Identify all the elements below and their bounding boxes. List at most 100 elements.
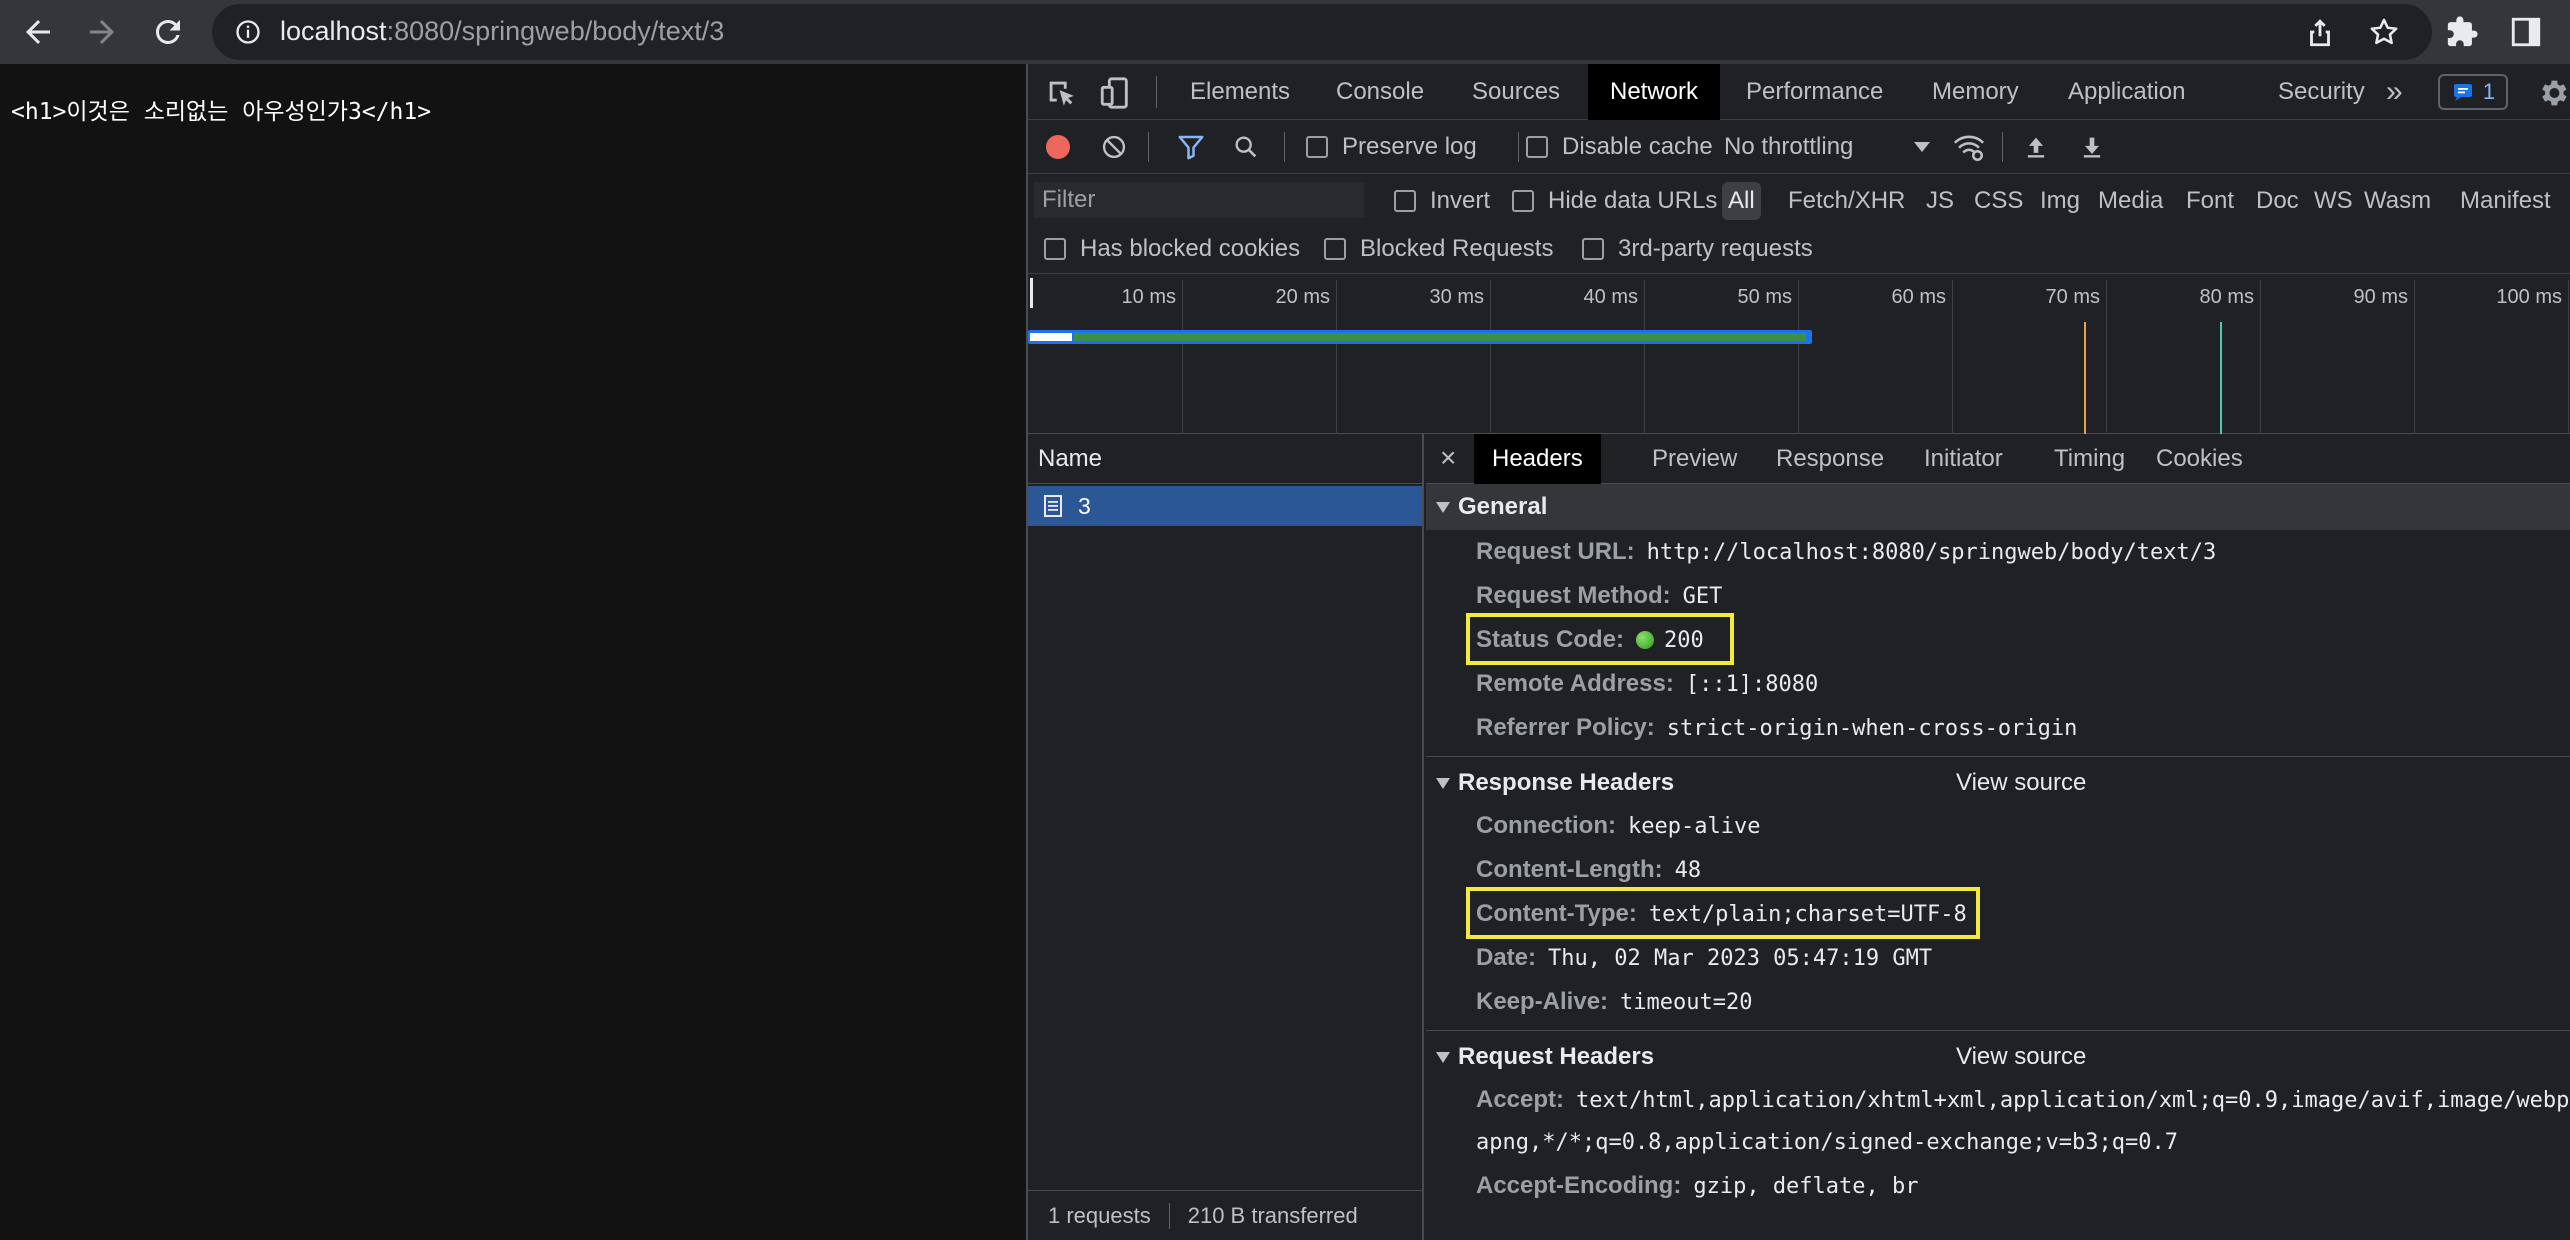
devtools-tab-bar: Elements Console Sources Network Perform… [1028,64,2570,120]
inspect-element-icon[interactable] [1044,76,1078,110]
tab-timing[interactable]: Timing [2054,434,2125,484]
section-general[interactable]: General [1426,484,2570,530]
blocked-requests-checkbox[interactable]: Blocked Requests [1318,230,1559,268]
column-header-name[interactable]: Name [1028,434,1422,484]
header-remote-address: Remote Address: [::1]:8080 [1476,670,1819,697]
tab-security[interactable]: Security [2278,64,2365,120]
download-icon [2083,137,2101,158]
share-button[interactable] [2298,10,2342,54]
address-bar[interactable]: localhost:8080/springweb/body/text/3 [212,4,2432,60]
arrow-right-icon [90,20,114,44]
tab-initiator[interactable]: Initiator [1924,434,2003,484]
page-body-text: <h1>이것은 소리없는 아우성인가3</h1> [11,99,432,125]
tab-headers[interactable]: Headers [1474,434,1601,484]
timeline-bar-waiting [1030,333,1072,341]
network-timeline-overview[interactable]: 10 ms 20 ms 30 ms 40 ms 50 ms 60 ms 70 ms 80 ms… [1028,274,2570,434]
throttling-select[interactable]: No throttling [1724,120,1934,174]
hide-data-urls-checkbox[interactable]: Hide data URLs [1506,182,1723,220]
upload-icon [2027,137,2045,158]
tab-performance[interactable]: Performance [1746,64,1883,120]
extensions-button[interactable] [2440,10,2484,54]
tab-console[interactable]: Console [1336,64,1424,120]
filter-type-manifest[interactable]: Manifest [2454,182,2557,220]
filter-icon [1178,135,1204,160]
search-button[interactable] [1232,120,1260,174]
checkbox-box [1526,136,1548,158]
timeline-request-bar [1028,330,1812,344]
filter-toggle-button[interactable] [1176,120,1206,174]
record-button[interactable] [1046,120,1070,174]
section-divider [1426,756,2570,757]
arrow-left-icon [26,20,50,44]
filter-type-css[interactable]: CSS [1968,182,2029,220]
response-view-source-link[interactable]: View source [1956,769,2086,797]
section-request-headers[interactable]: Request Headers View source [1426,1034,2570,1080]
reload-button[interactable] [144,8,192,56]
request-view-source-link[interactable]: View source [1956,1043,2086,1071]
timeline-tick-label: 70 ms [2045,286,2100,308]
request-row[interactable]: 3 [1028,486,1422,526]
tab-response[interactable]: Response [1776,434,1884,484]
tab-preview[interactable]: Preview [1652,434,1737,484]
device-toolbar-icon[interactable] [1098,76,1132,110]
timeline-gridline [1336,280,1337,434]
section-response-headers[interactable]: Response Headers View source [1426,760,2570,806]
third-party-requests-checkbox[interactable]: 3rd-party requests [1576,230,1819,268]
issues-badge[interactable]: 1 [2438,74,2508,110]
status-bar: 1 requests 210 B transferred [1028,1190,1422,1240]
back-button[interactable] [14,8,62,56]
checkbox-box [1044,238,1066,260]
settings-gear-icon[interactable] [2536,76,2570,110]
tab-application[interactable]: Application [2068,64,2185,120]
filter-type-img[interactable]: Img [2034,182,2086,220]
has-blocked-cookies-checkbox[interactable]: Has blocked cookies [1038,230,1306,268]
header-date: Date: Thu, 02 Mar 2023 05:47:19 GMT [1476,944,1933,971]
import-har-button[interactable] [2022,120,2050,174]
reload-icon [155,19,180,44]
checkbox-box [1394,190,1416,212]
site-info-icon[interactable] [234,18,262,46]
preserve-log-checkbox[interactable]: Preserve log [1306,120,1477,174]
header-request-method: Request Method: GET [1476,582,1723,609]
filter-type-media[interactable]: Media [2092,182,2169,220]
search-icon [1235,136,1257,158]
filter-type-wasm[interactable]: Wasm [2358,182,2437,220]
timeline-selection-handle[interactable] [1030,278,1033,308]
header-connection: Connection: keep-alive [1476,812,1761,839]
filter-type-font[interactable]: Font [2180,182,2240,220]
disable-cache-checkbox[interactable]: Disable cache [1526,120,1713,174]
tab-memory[interactable]: Memory [1932,64,2019,120]
tab-cookies[interactable]: Cookies [2156,434,2243,484]
document-icon [1044,495,1062,517]
filter-type-all[interactable]: All [1722,182,1761,220]
checkbox-box [1324,238,1346,260]
close-details-button[interactable]: × [1440,442,1456,474]
header-accept-continuation: apng,*/*;q=0.8,application/signed-exchan… [1476,1130,2178,1155]
timeline-gridline [1644,280,1645,434]
issues-count: 1 [2482,79,2496,104]
tab-elements[interactable]: Elements [1190,64,1290,120]
timeline-gridline [1490,280,1491,434]
network-conditions-button[interactable] [1952,120,1986,174]
filter-type-js[interactable]: JS [1920,182,1960,220]
export-har-button[interactable] [2078,120,2106,174]
filter-type-fetch-xhr[interactable]: Fetch/XHR [1782,182,1911,220]
filter-input[interactable] [1034,182,1364,218]
expand-triangle-icon [1436,777,1450,789]
tab-sources[interactable]: Sources [1472,64,1560,120]
invert-checkbox[interactable]: Invert [1388,182,1496,220]
request-name: 3 [1078,492,1091,519]
timeline-gridline [1952,280,1953,434]
side-panel-button[interactable] [2504,10,2548,54]
clear-button[interactable] [1100,120,1128,174]
tab-network[interactable]: Network [1588,64,1721,120]
details-tab-bar: × Headers Preview Response Initiator Tim… [1426,434,2570,484]
forward-button[interactable] [78,8,126,56]
filter-type-ws[interactable]: WS [2308,182,2359,220]
clear-icon [1102,135,1126,159]
more-tabs-button[interactable]: » [2386,64,2403,120]
bookmark-button[interactable] [2362,10,2406,54]
page-viewport: <h1>이것은 소리없는 아우성인가3</h1> [0,64,1026,1240]
filter-bar: Invert Hide data URLs All Fetch/XHR JS C… [1028,174,2570,274]
filter-type-doc[interactable]: Doc [2250,182,2305,220]
